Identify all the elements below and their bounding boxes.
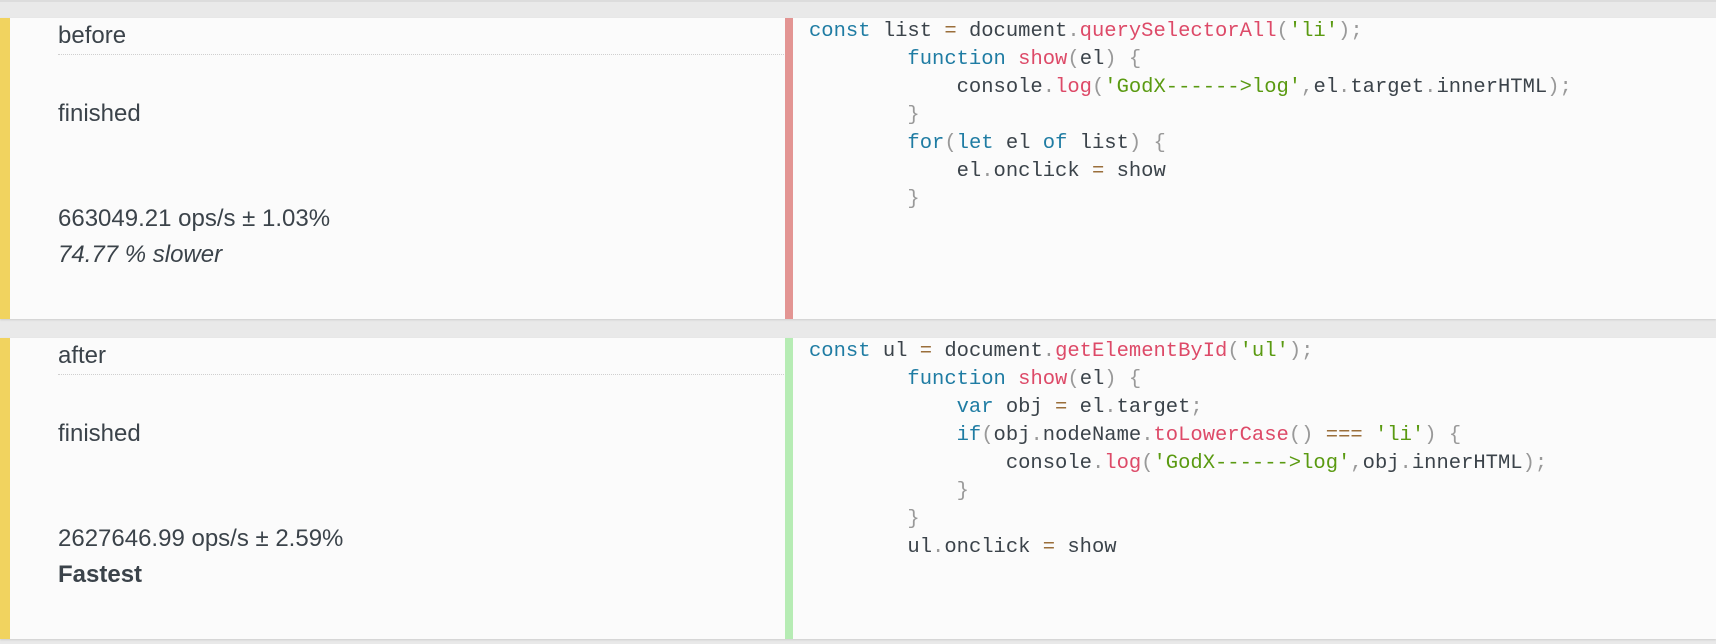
test-accent-bar xyxy=(0,338,10,639)
test-verdict: Fastest xyxy=(58,561,143,588)
code-block[interactable]: const list = document.querySelectorAll('… xyxy=(809,18,1572,214)
code-line: var obj = el.target; xyxy=(956,396,1203,419)
test-accent-bar xyxy=(0,18,10,319)
test-ops-result: 663049.21 ops/s ± 1.03% xyxy=(58,205,331,232)
test-status: finished xyxy=(58,100,141,127)
code-block[interactable]: const ul = document.getElementById('ul')… xyxy=(809,338,1547,562)
code-line: for(let el of list) { xyxy=(907,132,1166,155)
top-divider xyxy=(0,0,1716,2)
code-line: el.onclick = show xyxy=(809,160,1166,183)
test-card-after: after finished 2627646.99 ops/s ± 2.59% … xyxy=(0,338,1716,639)
code-line: } xyxy=(956,480,969,503)
test-title: after xyxy=(58,338,786,375)
test-title: before xyxy=(58,18,786,55)
code-line: console.log('GodX------>log',obj.innerHT… xyxy=(809,452,1548,475)
code-line: } xyxy=(907,188,920,211)
test-ops-result: 2627646.99 ops/s ± 2.59% xyxy=(58,525,344,552)
result-indicator-bar xyxy=(785,18,793,319)
test-verdict: 74.77 % slower xyxy=(58,241,223,268)
code-line: } xyxy=(907,508,920,531)
test-card-before: before finished 663049.21 ops/s ± 1.03% … xyxy=(0,18,1716,319)
result-indicator-bar xyxy=(785,338,793,639)
code-line: const list = document.querySelectorAll('… xyxy=(809,20,1363,43)
code-line: if(obj.nodeName.toLowerCase() === 'li') … xyxy=(956,424,1462,447)
test-status: finished xyxy=(58,420,141,447)
code-line: function show(el) { xyxy=(907,368,1142,391)
code-line: } xyxy=(907,104,920,127)
code-line: ul.onclick = show xyxy=(809,536,1117,559)
code-line: function show(el) { xyxy=(907,48,1142,71)
code-line: console.log('GodX------>log',el.target.i… xyxy=(809,76,1572,99)
code-panel: const ul = document.getElementById('ul')… xyxy=(785,338,1716,639)
code-line: const ul = document.getElementById('ul')… xyxy=(809,340,1314,363)
code-panel: const list = document.querySelectorAll('… xyxy=(785,18,1716,319)
